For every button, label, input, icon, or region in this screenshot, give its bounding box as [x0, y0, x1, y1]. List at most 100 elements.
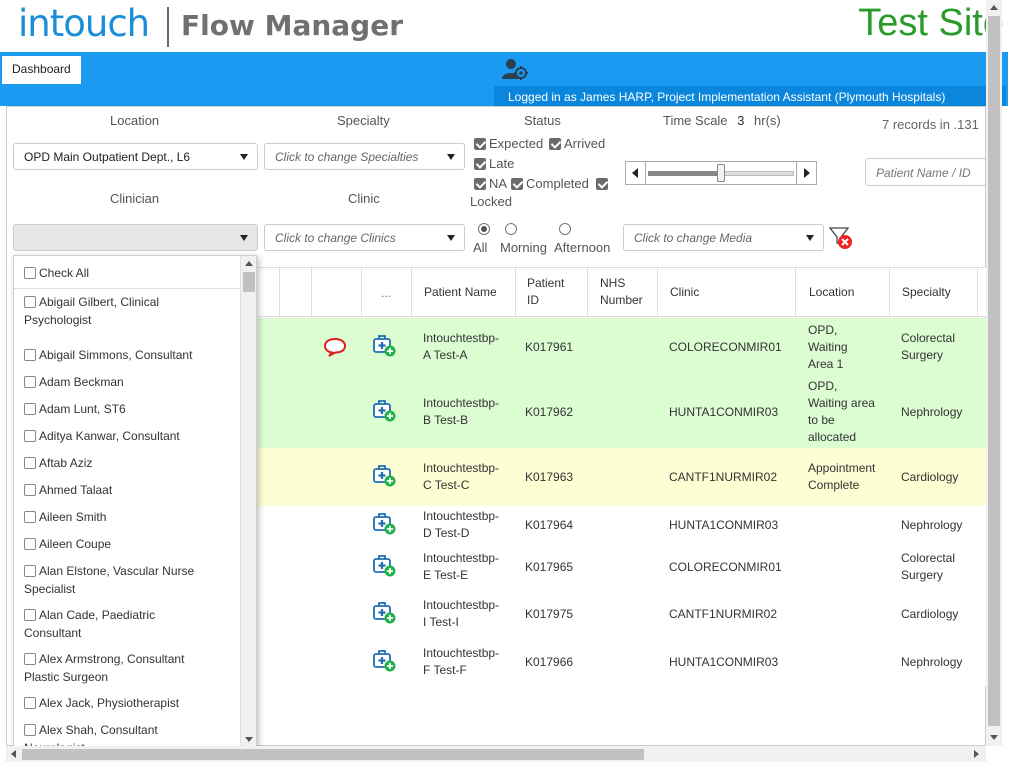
- dropdown-scrollbar[interactable]: [240, 256, 256, 746]
- clinician-option[interactable]: Alex Armstrong, Consultant Plastic Surgeo…: [24, 650, 242, 686]
- clinician-option[interactable]: Abigail Simmons, Consultant: [24, 346, 242, 364]
- vertical-scroll-thumb[interactable]: [988, 16, 1000, 726]
- checkbox-expected[interactable]: [474, 138, 486, 150]
- clinician-name: Adam Beckman: [39, 375, 124, 389]
- clinician-option[interactable]: Adam Lunt, ST6: [24, 400, 242, 418]
- clinician-checkbox[interactable]: [24, 538, 36, 550]
- col-location[interactable]: Location: [795, 267, 889, 317]
- clinician-option[interactable]: Adam Beckman: [24, 373, 242, 391]
- checkbox-arrived[interactable]: [549, 138, 561, 150]
- medical-case-add-icon[interactable]: [372, 600, 396, 624]
- col-specialty[interactable]: Specialty: [889, 267, 977, 317]
- checkbox-locked[interactable]: [596, 178, 608, 190]
- slider-thumb[interactable]: [717, 164, 725, 182]
- clinician-checkbox[interactable]: [24, 457, 36, 469]
- radio-all[interactable]: [478, 223, 490, 235]
- status-arrived[interactable]: Arrived: [549, 136, 605, 151]
- specialty-text: Nephrology: [901, 404, 962, 421]
- checkbox-late[interactable]: [474, 158, 486, 170]
- clinician-checkbox[interactable]: [24, 403, 36, 415]
- checkbox-na[interactable]: [474, 178, 486, 190]
- clinician-checkbox[interactable]: [24, 511, 36, 523]
- clinician-select[interactable]: [13, 224, 258, 251]
- col-clinic[interactable]: Clinic: [657, 267, 795, 317]
- scroll-left-icon[interactable]: [11, 750, 16, 758]
- clinician-option[interactable]: Alan Cade, Paediatric Consultant: [24, 606, 242, 642]
- user-settings-icon[interactable]: [502, 58, 528, 80]
- clinician-checkbox[interactable]: [24, 349, 36, 361]
- clinician-option[interactable]: Aftab Aziz: [24, 454, 242, 472]
- tab-dashboard[interactable]: Dashboard: [2, 56, 81, 84]
- col-patient-id[interactable]: Patient ID: [515, 267, 587, 317]
- location-select[interactable]: OPD Main Outpatient Dept., L6: [13, 143, 258, 170]
- media-select[interactable]: Click to change Media: [623, 224, 824, 251]
- dropdown-scroll-thumb[interactable]: [243, 272, 255, 292]
- scroll-up-icon[interactable]: [245, 261, 253, 266]
- col-nhs-number[interactable]: NHS Number: [587, 267, 657, 317]
- radio-afternoon[interactable]: [559, 223, 571, 235]
- slider-left-button[interactable]: [626, 162, 646, 184]
- radio-morning[interactable]: [505, 223, 517, 235]
- table-row[interactable]: Intouchtestbp- F Test-F K017966 HUNTA1CONMI…: [258, 638, 986, 686]
- medical-case-add-icon[interactable]: [372, 553, 396, 577]
- clinician-option[interactable]: Abigail Gilbert, Clinical Psychologist: [24, 293, 242, 329]
- cell-line: Waiting: [808, 339, 848, 354]
- clinician-checkbox[interactable]: [24, 484, 36, 496]
- table-row[interactable]: Intouchtestbp- A Test-A K017961 COLORECONMI…: [258, 318, 986, 376]
- clinician-option[interactable]: Alex Jack, Physiotherapist: [24, 694, 242, 712]
- status-locked-checkbox[interactable]: [596, 176, 611, 191]
- medical-case-add-icon[interactable]: [372, 648, 396, 672]
- clinician-checkbox[interactable]: [24, 697, 36, 709]
- patient-search-input[interactable]: Patient Name / ID: [865, 158, 986, 186]
- status-na[interactable]: NA: [474, 176, 507, 191]
- scroll-down-icon[interactable]: [245, 737, 253, 742]
- clinician-option[interactable]: Alex Shah, ConsultantNeurologist: [24, 721, 242, 746]
- horizontal-scrollbar[interactable]: [6, 746, 986, 762]
- clinician-checkbox[interactable]: [24, 724, 36, 736]
- table-row[interactable]: Intouchtestbp- B Test-B K017962 HUNTA1CONMI…: [258, 376, 986, 448]
- status-expected[interactable]: Expected: [474, 136, 543, 151]
- message-icon[interactable]: [323, 337, 347, 357]
- clinician-checkbox[interactable]: [24, 565, 36, 577]
- table-row[interactable]: Intouchtestbp- E Test-E K017965 COLORECONMI…: [258, 544, 986, 590]
- table-row[interactable]: Intouchtestbp- I Test-I K017975 CANTF1NURMI…: [258, 590, 986, 638]
- specialty-select[interactable]: Click to change Specialties: [264, 143, 465, 170]
- medical-case-add-icon[interactable]: [372, 398, 396, 422]
- clinician-checkbox[interactable]: [24, 296, 36, 308]
- time-scale-value: 3: [737, 113, 745, 128]
- medical-case-add-icon[interactable]: [372, 463, 396, 487]
- clinician-checkbox[interactable]: [24, 376, 36, 388]
- col-actions[interactable]: ...: [361, 267, 411, 317]
- scroll-down-icon[interactable]: [990, 735, 998, 740]
- clinician-option[interactable]: Aileen Coupe: [24, 535, 242, 553]
- table-row[interactable]: Intouchtestbp- D Test-D K017964 HUNTA1CONMI…: [258, 506, 986, 544]
- medical-case-add-icon[interactable]: [372, 333, 396, 357]
- specialty-placeholder: Click to change Specialties: [275, 150, 419, 164]
- scroll-right-icon[interactable]: [974, 750, 979, 758]
- clinician-option[interactable]: Ahmed Talaat: [24, 481, 242, 499]
- clinician-checkbox[interactable]: [24, 609, 36, 621]
- clinician-option[interactable]: Aileen Smith: [24, 508, 242, 526]
- status-completed[interactable]: Completed: [511, 176, 589, 191]
- checkbox-completed[interactable]: [511, 178, 523, 190]
- horizontal-scroll-thumb[interactable]: [22, 749, 644, 760]
- clinician-option[interactable]: Alan Elstone, Vascular Nurse Specialist: [24, 562, 242, 598]
- filter-clear-icon[interactable]: [828, 225, 854, 251]
- table-row[interactable]: Intouchtestbp- C Test-C K017963 CANTF1NURMI…: [258, 448, 986, 506]
- checkbox-check-all[interactable]: [24, 267, 36, 279]
- slider-right-button[interactable]: [796, 162, 816, 184]
- clinician-checkbox[interactable]: [24, 653, 36, 665]
- clinician-checkbox[interactable]: [24, 430, 36, 442]
- vertical-scrollbar[interactable]: [986, 0, 1002, 746]
- clinician-dropdown[interactable]: Check All Abigail Gilbert, Clinical Psych…: [13, 255, 257, 747]
- medical-case-add-icon[interactable]: [372, 511, 396, 535]
- col-patient-name[interactable]: Patient Name: [411, 267, 515, 317]
- arrow-right-icon: [804, 168, 810, 178]
- check-all-option[interactable]: Check All: [24, 264, 242, 282]
- scroll-up-icon[interactable]: [990, 5, 998, 10]
- col-blank-2: [311, 267, 361, 317]
- clinician-option[interactable]: Aditya Kanwar, Consultant: [24, 427, 242, 445]
- clinic-select[interactable]: Click to change Clinics: [264, 224, 465, 251]
- time-scale-slider[interactable]: [625, 161, 817, 185]
- status-late[interactable]: Late: [474, 156, 514, 171]
